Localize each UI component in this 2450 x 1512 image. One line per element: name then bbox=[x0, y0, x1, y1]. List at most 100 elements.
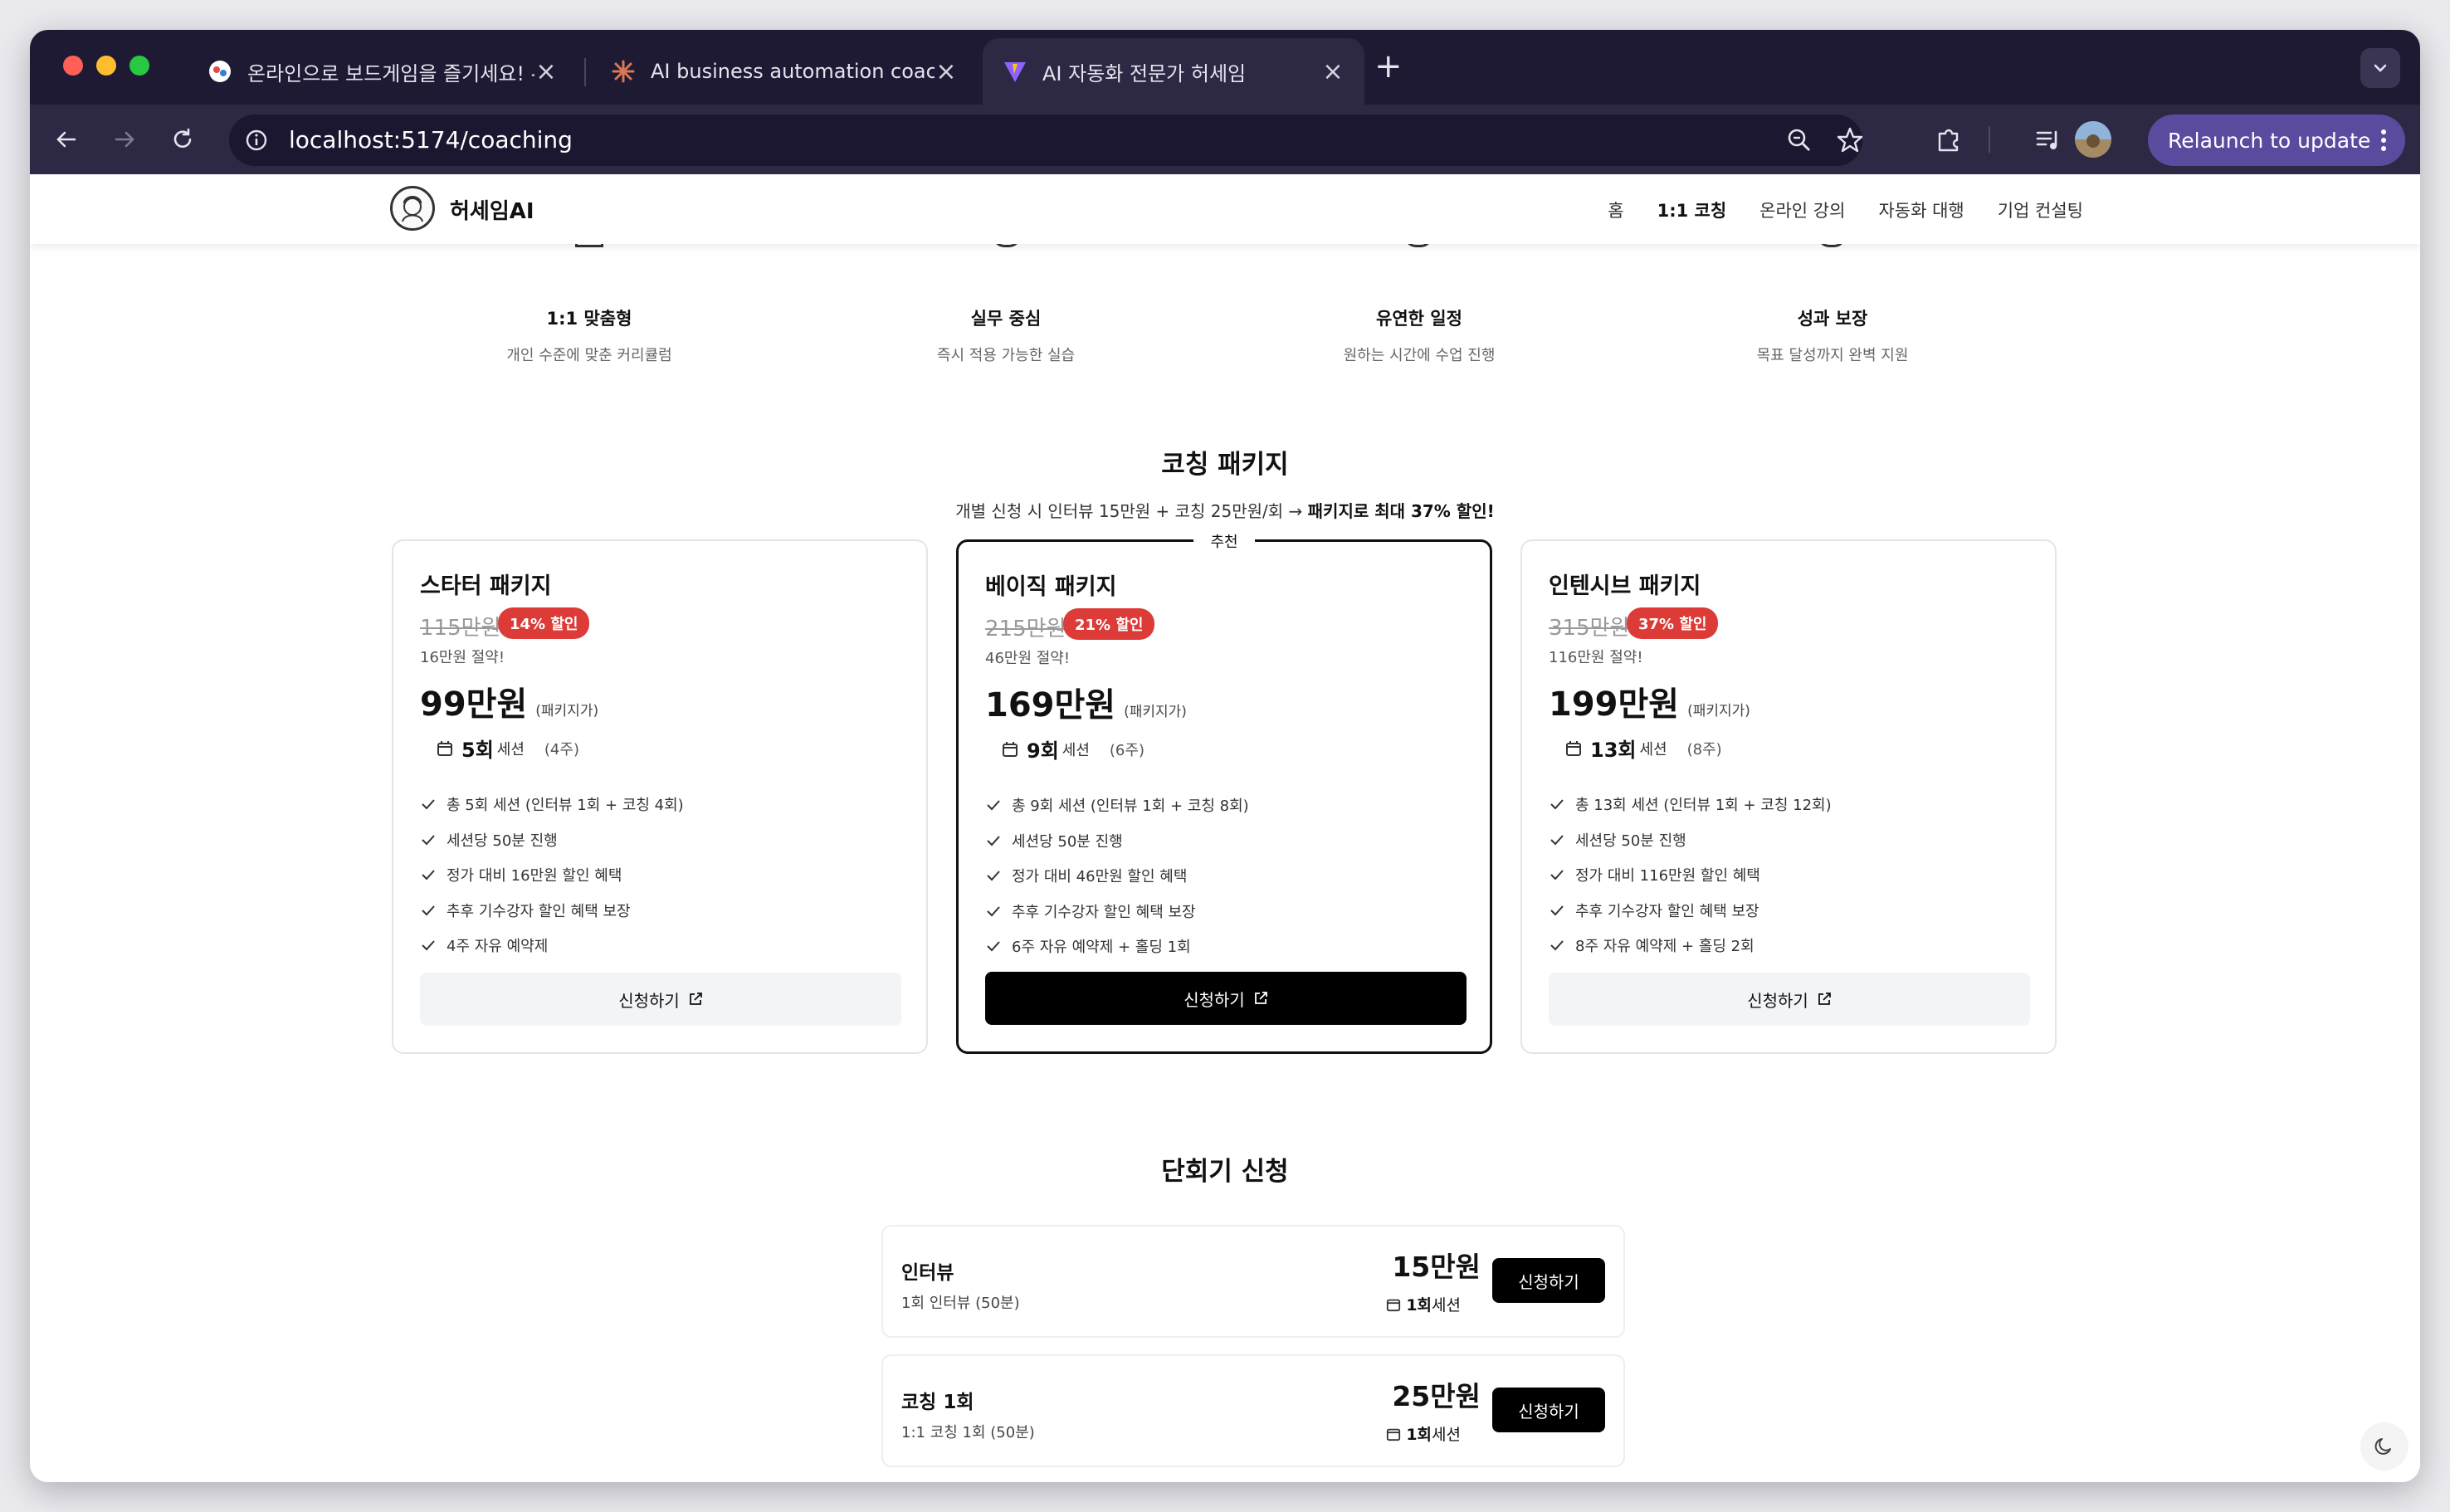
calendar-icon bbox=[1003, 741, 1018, 757]
feature-item: 유연한 일정 원하는 시간에 수업 진행 bbox=[1253, 305, 1585, 365]
package-name: 스타터 패키지 bbox=[420, 573, 552, 599]
relaunch-label: Relaunch to update bbox=[2168, 128, 2371, 153]
check-icon bbox=[987, 871, 1000, 881]
packages-subtitle-prefix: 개별 신청 시 인터뷰 15만원 + 코칭 25만원/회 → bbox=[955, 501, 1308, 521]
external-link-icon bbox=[689, 993, 702, 1005]
session-info: 13회 세션 (8주) bbox=[1565, 734, 1722, 763]
session-unit: 세션 bbox=[1432, 1426, 1461, 1444]
bookmark-star-icon[interactable] bbox=[1836, 126, 1864, 154]
nav-enterprise-consulting[interactable]: 기업 컨설팅 bbox=[1998, 198, 2083, 222]
tab-close-icon[interactable]: × bbox=[935, 57, 958, 86]
nav-home[interactable]: 홈 bbox=[1608, 198, 1623, 222]
session-weeks: (4주) bbox=[544, 740, 579, 758]
session-info: 5회 세션 (4주) bbox=[437, 734, 579, 763]
check-icon bbox=[1550, 870, 1564, 880]
tab-close-icon[interactable]: × bbox=[534, 57, 558, 86]
close-window-button[interactable] bbox=[63, 56, 83, 76]
apply-label: 신청하기 bbox=[1184, 989, 1245, 1010]
check-icon bbox=[987, 906, 1000, 917]
single-session-title: 단회기 신청 bbox=[1161, 1157, 1289, 1187]
list-item: 8주 자유 예약제 + 홀딩 2회 bbox=[1549, 928, 1832, 963]
reload-button[interactable] bbox=[166, 123, 199, 156]
apply-button[interactable]: 신청하기 bbox=[985, 972, 1467, 1025]
zoom-icon[interactable] bbox=[1786, 127, 1813, 154]
list-item-text: 8주 자유 예약제 + 홀딩 2회 bbox=[1575, 938, 1755, 956]
tab-active-heseim[interactable]: AI 자동화 전문가 허세임 × bbox=[983, 38, 1364, 105]
boardgame-favicon-icon bbox=[209, 61, 231, 82]
feature-item: 성과 보장 목표 달성까지 완벽 지원 bbox=[1667, 305, 1999, 365]
external-link-icon bbox=[1254, 992, 1267, 1004]
tab-boardgame[interactable]: 온라인으로 보드게임을 즐기세요! - × bbox=[188, 38, 578, 105]
nav-online-course[interactable]: 온라인 강의 bbox=[1759, 198, 1845, 222]
list-item: 세션당 50분 진행 bbox=[1549, 822, 1832, 858]
reload-icon bbox=[173, 128, 192, 148]
claude-favicon-icon bbox=[612, 60, 635, 83]
feature-title: 1:1 맞춤형 bbox=[546, 309, 632, 329]
feature-desc: 즉시 적용 가능한 실습 bbox=[936, 347, 1076, 364]
check-icon bbox=[987, 836, 1000, 846]
tab-ai-coach[interactable]: AI business automation coach × bbox=[591, 38, 978, 105]
main-nav: 홈 1:1 코칭 온라인 강의 자동화 대행 기업 컨설팅 bbox=[1608, 198, 2083, 222]
zoom-window-button[interactable] bbox=[129, 56, 149, 76]
check-icon bbox=[987, 800, 1000, 811]
apply-button[interactable]: 신청하기 bbox=[1492, 1258, 1605, 1303]
nav-automation-service[interactable]: 자동화 대행 bbox=[1878, 198, 1964, 222]
apply-button[interactable]: 신청하기 bbox=[420, 973, 901, 1026]
discount-badge: 37% 할인 bbox=[1627, 607, 1719, 639]
media-controls-button[interactable] bbox=[2032, 123, 2065, 156]
feature-title: 성과 보장 bbox=[1797, 309, 1868, 329]
extensions-button[interactable] bbox=[1932, 123, 1965, 156]
vite-favicon-icon bbox=[1004, 62, 1026, 82]
minimize-window-button[interactable] bbox=[96, 56, 116, 76]
list-item: 추후 기수강자 할인 혜택 보장 bbox=[985, 894, 1249, 929]
check-icon bbox=[422, 905, 435, 916]
feature-item: 실무 중심 즉시 적용 가능한 실습 bbox=[840, 305, 1172, 365]
original-price: 315만원 bbox=[1549, 616, 1630, 641]
session-unit: 세션 bbox=[1432, 1296, 1461, 1314]
list-item-text: 추후 기수강자 할인 혜택 보장 bbox=[1575, 902, 1759, 920]
session-price: 25만원 bbox=[1392, 1380, 1481, 1412]
relaunch-button[interactable]: Relaunch to update bbox=[2148, 115, 2405, 166]
session-count: 9회 bbox=[1027, 739, 1059, 763]
site-info-icon[interactable] bbox=[244, 128, 269, 153]
discount-badge: 14% 할인 bbox=[498, 607, 590, 639]
brand-name[interactable]: 허세임AI bbox=[450, 194, 534, 225]
original-price: 115만원 bbox=[420, 616, 501, 641]
tab-search-button[interactable] bbox=[2360, 48, 2400, 88]
list-item-text: 총 9회 세션 (인터뷰 1회 + 코칭 8회) bbox=[1012, 797, 1249, 816]
session-count-info: 1회 세션 bbox=[1386, 1422, 1461, 1445]
apply-button[interactable]: 신청하기 bbox=[1492, 1388, 1605, 1432]
list-item: 정가 대비 46만원 할인 혜택 bbox=[985, 858, 1249, 894]
address-bar[interactable]: localhost:5174/coaching bbox=[229, 115, 1864, 166]
list-item-text: 추후 기수강자 할인 혜택 보장 bbox=[1012, 903, 1196, 921]
list-item: 총 13회 세션 (인터뷰 1회 + 코칭 12회) bbox=[1549, 787, 1832, 822]
discount-badge: 21% 할인 bbox=[1063, 608, 1155, 640]
session-desc: 1회 인터뷰 (50분) bbox=[901, 1295, 1020, 1312]
new-tab-button[interactable]: + bbox=[1374, 50, 1403, 83]
price-note: (패키지가) bbox=[535, 703, 599, 719]
back-button[interactable] bbox=[50, 123, 83, 156]
list-item-text: 총 5회 세션 (인터뷰 1회 + 코칭 4회) bbox=[447, 797, 684, 815]
feature-item: 1:1 맞춤형 개인 수준에 맞춘 커리큘럼 bbox=[423, 305, 755, 365]
site-logo[interactable] bbox=[390, 186, 435, 231]
tab-close-icon[interactable]: × bbox=[1321, 57, 1345, 86]
list-item: 총 9회 세션 (인터뷰 1회 + 코칭 8회) bbox=[985, 788, 1249, 823]
theme-toggle-button[interactable] bbox=[2360, 1422, 2409, 1471]
session-weeks: (6주) bbox=[1109, 741, 1144, 759]
session-weeks: (8주) bbox=[1686, 740, 1722, 758]
apply-button[interactable]: 신청하기 bbox=[1549, 973, 2030, 1026]
price-value: 199만원 bbox=[1549, 685, 1680, 724]
list-item-text: 4주 자유 예약제 bbox=[447, 938, 549, 956]
package-card-intensive: 인텐시브 패키지 315만원 37% 할인 116만원 절약! 199만원 (패키… bbox=[1520, 539, 2057, 1054]
saved-amount: 16만원 절약! bbox=[420, 649, 505, 666]
profile-avatar[interactable] bbox=[2075, 121, 2111, 158]
price-value: 99만원 bbox=[420, 685, 528, 724]
check-icon bbox=[1550, 940, 1564, 951]
nav-coaching[interactable]: 1:1 코칭 bbox=[1657, 198, 1727, 222]
calendar-icon bbox=[1566, 740, 1581, 756]
session-name: 코칭 1회 bbox=[901, 1392, 974, 1413]
recommended-label: 추천 bbox=[959, 530, 1490, 552]
list-item: 추후 기수강자 할인 혜택 보장 bbox=[1549, 893, 1832, 929]
forward-button[interactable] bbox=[108, 123, 141, 156]
arrow-left-icon bbox=[56, 131, 76, 148]
